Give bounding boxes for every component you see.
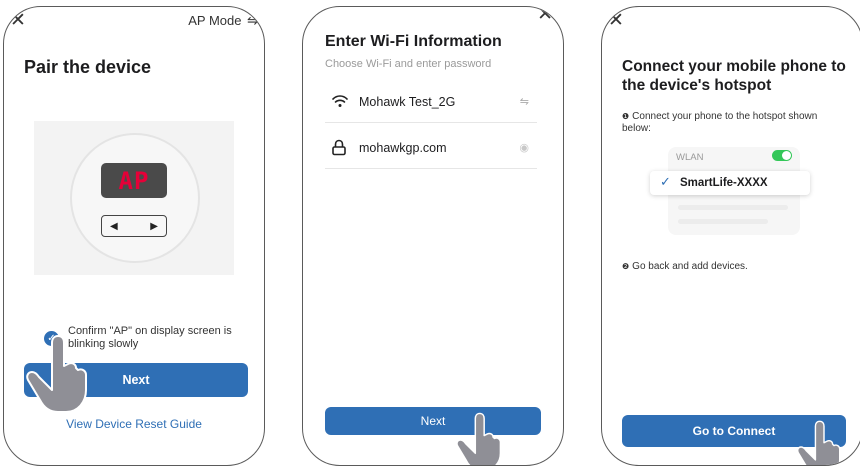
step-2-bullet: ❷	[622, 262, 630, 271]
lock-icon	[332, 139, 346, 156]
close-icon[interactable]: ✕	[537, 7, 553, 24]
wifi-name: Mohawk Test_2G	[359, 95, 456, 109]
page-subtitle: Choose Wi-Fi and enter password	[325, 58, 492, 70]
screen-pair-device: ✕ AP Mode ⇋ Pair the device AP ◀ ▶ ✓ Con…	[3, 6, 265, 466]
ap-mode-switch[interactable]: AP Mode ⇋	[188, 13, 258, 29]
arrow-left-icon: ◀	[110, 220, 118, 232]
step-1-bullet: ❶	[622, 112, 630, 121]
device-circle	[70, 133, 200, 263]
placeholder-line	[678, 205, 788, 210]
step-1-text: Connect your phone to the hotspot shown …	[622, 111, 818, 134]
ap-mode-label: AP Mode	[188, 13, 242, 28]
checkmark-icon: ✓	[660, 175, 671, 190]
switch-mode-icon: ⇋	[247, 14, 258, 29]
step-2-text: Go back and add devices.	[632, 261, 748, 272]
device-arrow-buttons: ◀ ▶	[101, 215, 167, 237]
eye-icon[interactable]: ◉	[519, 141, 529, 154]
close-icon[interactable]: ✕	[10, 11, 26, 30]
screen-wifi-info: ✕ Enter Wi-Fi Information Choose Wi-Fi a…	[302, 6, 564, 466]
hand-pointer-icon	[26, 335, 87, 413]
page-title: Pair the device	[24, 57, 152, 77]
hand-pointer-icon	[456, 412, 502, 465]
wifi-row[interactable]: Mohawk Test_2G ⇋	[325, 83, 537, 123]
page-title: Connect your mobile phone to the device'…	[622, 58, 846, 94]
hotspot-network-item: ✓ SmartLife-XXXX	[650, 171, 810, 195]
switch-network-icon[interactable]: ⇋	[520, 95, 529, 108]
close-icon[interactable]: ✕	[608, 11, 624, 30]
wlan-label: WLAN	[676, 152, 704, 163]
reset-guide-link[interactable]: View Device Reset Guide	[4, 417, 264, 431]
device-display: AP	[101, 163, 167, 198]
arrow-right-icon: ▶	[150, 220, 158, 232]
placeholder-line	[678, 219, 768, 224]
step-2: ❷ Go back and add devices.	[622, 261, 848, 273]
hotspot-network-name: SmartLife-XXXX	[680, 177, 768, 189]
hand-pointer-icon	[797, 420, 841, 465]
wifi-icon	[332, 95, 348, 107]
screen-connect-hotspot: ✕ Connect your mobile phone to the devic…	[601, 6, 860, 466]
step-1: ❶ Connect your phone to the hotspot shown…	[622, 111, 848, 135]
toggle-on-icon	[772, 150, 792, 161]
password-row[interactable]: mohawkgp.com ◉	[325, 129, 537, 169]
password-field[interactable]: mohawkgp.com	[359, 141, 447, 155]
confirm-text: Confirm "AP" on display screen is blinki…	[68, 325, 232, 350]
display-text: AP	[118, 166, 150, 195]
page-title: Enter Wi-Fi Information	[325, 33, 502, 50]
